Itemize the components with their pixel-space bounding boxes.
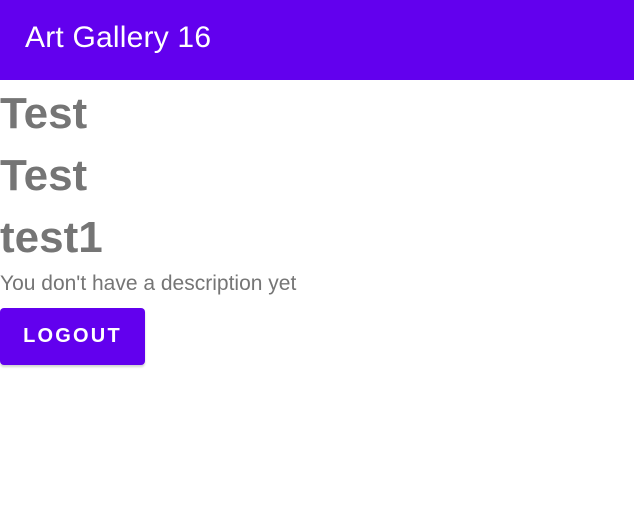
profile-description: You don't have a description yet <box>0 272 297 295</box>
profile-last-name: Test <box>0 151 88 200</box>
profile-username: test1 <box>0 213 103 262</box>
app-title: Art Gallery 16 <box>25 21 212 54</box>
profile-first-name: Test <box>0 89 88 138</box>
app-bar: Art Gallery 16 <box>0 0 634 80</box>
logout-button[interactable]: LOGOUT <box>0 308 145 365</box>
